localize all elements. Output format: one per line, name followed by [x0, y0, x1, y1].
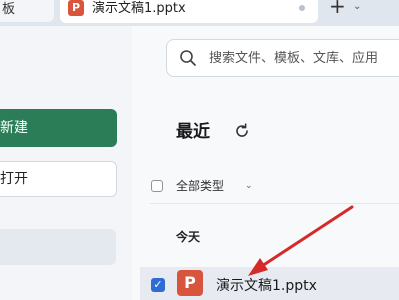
search-input[interactable]: 搜索文件、模板、文库、应用: [166, 39, 399, 77]
new-tab-button[interactable]: +: [329, 0, 346, 16]
search-placeholder: 搜索文件、模板、文库、应用: [209, 51, 379, 66]
divider: [150, 203, 399, 204]
ppt-file-icon: P: [68, 0, 84, 16]
open-button-label: 打开: [0, 171, 28, 187]
file-name[interactable]: 演示文稿1.pptx: [216, 276, 317, 296]
tab-templates[interactable]: 板: [0, 0, 54, 22]
file-type-filter[interactable]: 全部类型: [176, 177, 224, 195]
select-all-checkbox[interactable]: [151, 180, 163, 192]
chevron-down-icon[interactable]: ⌄: [245, 180, 253, 192]
tab-label: 板: [2, 2, 16, 17]
refresh-icon[interactable]: [233, 122, 251, 144]
open-button[interactable]: 打开: [0, 161, 117, 197]
new-button-label: 新建: [0, 120, 28, 136]
tab-list-chevron-down-icon[interactable]: ⌄: [353, 0, 361, 14]
sidebar-item-selected[interactable]: [0, 229, 116, 265]
page-title: 最近: [176, 122, 210, 142]
group-label-today: 今天: [176, 230, 201, 244]
new-button[interactable]: 新建: [0, 109, 117, 147]
ppt-file-icon: P: [177, 270, 203, 296]
unsaved-dot-icon[interactable]: [299, 5, 305, 11]
file-checkbox-checked[interactable]: ✓: [151, 278, 165, 292]
tab-presentation[interactable]: P 演示文稿1.pptx: [60, 0, 318, 23]
tab-label: 演示文稿1.pptx: [92, 1, 186, 16]
search-icon: [179, 49, 197, 71]
